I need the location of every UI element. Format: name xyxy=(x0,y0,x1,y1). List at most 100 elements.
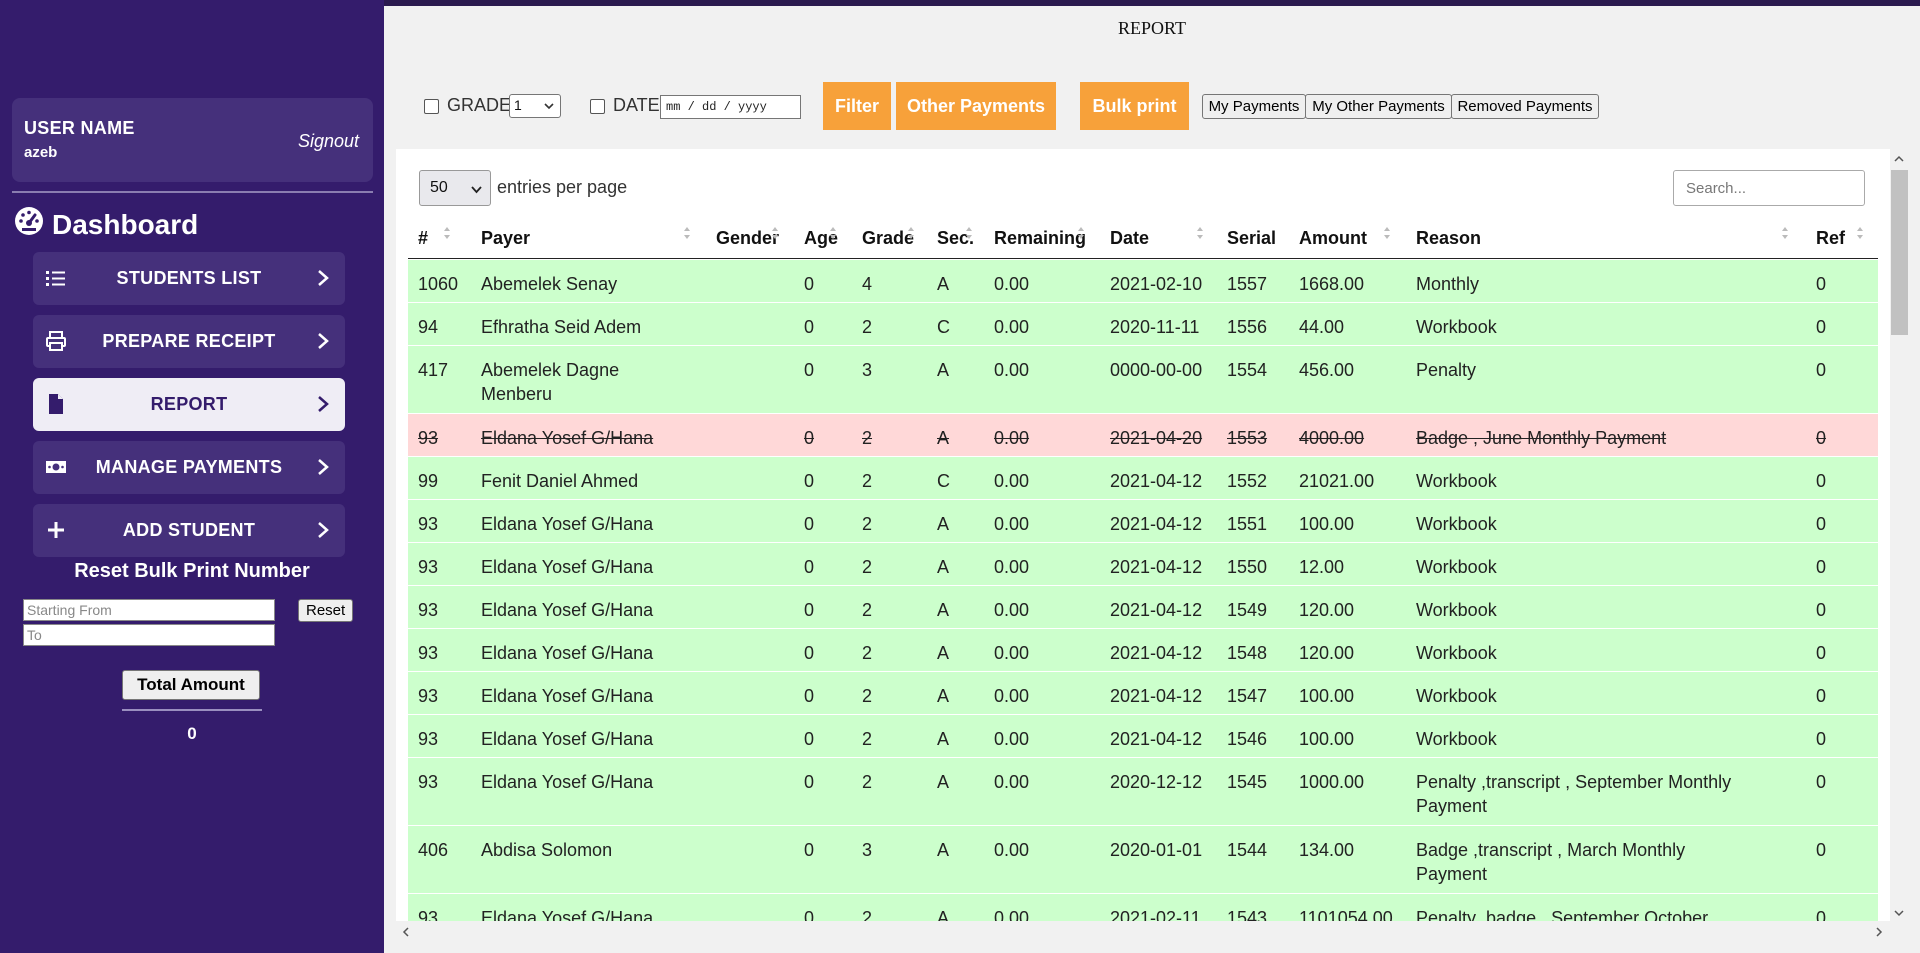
cell-serial: 1548 xyxy=(1227,643,1268,663)
nav-report-label: REPORT xyxy=(150,394,228,414)
removed-payments-button[interactable]: Removed Payments xyxy=(1451,94,1599,119)
bulk-print-button[interactable]: Bulk print xyxy=(1080,82,1189,130)
search-input[interactable] xyxy=(1673,170,1865,206)
nav-students-list[interactable]: STUDENTS LIST xyxy=(33,252,345,305)
sort-arrows-icon[interactable] xyxy=(1856,226,1864,240)
column-header-ref[interactable]: Ref xyxy=(1816,228,1845,249)
nav-prepare-receipt[interactable]: PREPARE RECEIPT xyxy=(33,315,345,368)
table-row[interactable]: 93 Eldana Yosef G/Hana 0 2 A 0.00 2021-02-11 15… xyxy=(408,893,1878,921)
scroll-left-arrow-icon[interactable] xyxy=(400,925,412,937)
cell-age: 0 xyxy=(804,600,815,620)
dashboard-heading[interactable]: Dashboard xyxy=(14,206,198,243)
sort-arrows-icon[interactable] xyxy=(683,226,691,240)
sort-arrows-icon[interactable] xyxy=(443,226,451,240)
cell-amount: 1668.00 xyxy=(1299,274,1365,294)
nav-students-list-label: STUDENTS LIST xyxy=(116,268,262,288)
sort-arrows-icon[interactable] xyxy=(829,226,837,240)
sort-arrows-icon[interactable] xyxy=(1383,226,1391,240)
other-payments-button[interactable]: Other Payments xyxy=(896,82,1056,130)
column-header-reason[interactable]: Reason xyxy=(1416,228,1481,249)
total-amount-button[interactable]: Total Amount xyxy=(122,670,260,700)
scroll-down-arrow-icon[interactable] xyxy=(1893,906,1905,918)
cell-sec: A xyxy=(937,600,950,620)
table-row[interactable]: 93 Eldana Yosef G/Hana 0 2 A 0.00 2021-04-12 15… xyxy=(408,671,1878,714)
cell-amount: 21021.00 xyxy=(1299,471,1375,491)
table-row[interactable]: 99 Fenit Daniel Ahmed 0 2 C 0.00 2021-04-12 155… xyxy=(408,456,1878,499)
table-row[interactable]: 93 Eldana Yosef G/Hana 0 2 A 0.00 2020-12-12 15… xyxy=(408,757,1878,825)
cell-sec: A xyxy=(937,360,950,380)
nav-report[interactable]: REPORT xyxy=(33,378,345,431)
table-row-removed[interactable]: 93 Eldana Yosef G/Hana 0 2 A 0.00 2021-04-20 15… xyxy=(408,413,1878,456)
cell-payer: Eldana Yosef G/Hana xyxy=(481,908,654,921)
cell-age: 0 xyxy=(804,274,815,294)
table-row[interactable]: 93 Eldana Yosef G/Hana 0 2 A 0.00 2021-04-12 15… xyxy=(408,585,1878,628)
cell-amount: 134.00 xyxy=(1299,840,1355,860)
cell-remaining: 0.00 xyxy=(994,686,1030,706)
table-row[interactable]: 1060 Abemelek Senay 0 4 A 0.00 2021-02-10 1557 1… xyxy=(408,259,1878,302)
column-header-id[interactable]: # xyxy=(418,228,428,249)
sort-arrows-icon[interactable] xyxy=(1781,226,1789,240)
cell-ref: 0 xyxy=(1816,600,1827,620)
sort-arrows-icon[interactable] xyxy=(965,226,973,240)
signout-link[interactable]: Signout xyxy=(298,131,359,152)
cell-grade: 4 xyxy=(862,274,873,294)
cell-amount: 120.00 xyxy=(1299,643,1355,663)
cell-serial: 1551 xyxy=(1227,514,1268,534)
column-header-date[interactable]: Date xyxy=(1110,228,1149,249)
nav-prepare-receipt-label: PREPARE RECEIPT xyxy=(102,331,276,351)
cell-serial: 1543 xyxy=(1227,908,1268,921)
filter-bar: GRADE 1 DATE mm / dd / yyyy Filter Other… xyxy=(423,82,1823,130)
horizontal-scrollbar[interactable] xyxy=(396,921,1890,939)
cell-date: 2021-04-12 xyxy=(1110,471,1203,491)
grade-select[interactable]: 1 xyxy=(509,94,561,118)
cell-payer: Abemelek Senay xyxy=(481,274,618,294)
grade-checkbox[interactable] xyxy=(424,99,439,114)
date-label: DATE xyxy=(613,95,660,115)
sort-arrows-icon[interactable] xyxy=(771,226,779,240)
scroll-up-arrow-icon[interactable] xyxy=(1893,152,1905,164)
column-header-amount[interactable]: Amount xyxy=(1299,228,1367,249)
cell-age: 0 xyxy=(804,729,815,749)
table-row[interactable]: 417 Abemelek Dagne Menberu 0 3 A 0.00 0000-00-… xyxy=(408,345,1878,413)
table-row[interactable]: 406 Abdisa Solomon 0 3 A 0.00 2020-01-01 1544 13… xyxy=(408,825,1878,893)
dashboard-label: Dashboard xyxy=(52,208,199,240)
my-other-payments-button[interactable]: My Other Payments xyxy=(1305,94,1452,119)
column-header-remaining[interactable]: Remaining xyxy=(994,228,1086,249)
filter-button[interactable]: Filter xyxy=(823,82,891,130)
starting-from-input[interactable] xyxy=(23,599,275,621)
cell-ref: 0 xyxy=(1816,729,1827,749)
cell-serial: 1549 xyxy=(1227,600,1268,620)
reset-button[interactable]: Reset xyxy=(298,599,354,622)
date-input[interactable]: mm / dd / yyyy xyxy=(660,95,801,119)
table-row[interactable]: 93 Eldana Yosef G/Hana 0 2 A 0.00 2021-04-12 15… xyxy=(408,714,1878,757)
cell-ref: 0 xyxy=(1816,557,1827,577)
sort-arrows-icon[interactable] xyxy=(1196,226,1204,240)
cell-serial: 1557 xyxy=(1227,274,1268,294)
cell-grade: 2 xyxy=(862,908,873,921)
cell-payer: Eldana Yosef G/Hana xyxy=(481,428,654,448)
scroll-right-arrow-icon[interactable] xyxy=(1873,925,1885,937)
column-header-gender[interactable]: Gender xyxy=(716,228,779,249)
sort-arrows-icon[interactable] xyxy=(907,226,915,240)
date-checkbox[interactable] xyxy=(590,99,605,114)
nav-manage-payments[interactable]: MANAGE PAYMENTS xyxy=(33,441,345,494)
table-row[interactable]: 94 Efhratha Seid Adem 0 2 C 0.00 2020-11-11 155… xyxy=(408,302,1878,345)
nav-add-student[interactable]: ADD STUDENT xyxy=(33,504,345,557)
table-row[interactable]: 93 Eldana Yosef G/Hana 0 2 A 0.00 2021-04-12 15… xyxy=(408,628,1878,671)
cell-payer: Eldana Yosef G/Hana xyxy=(481,514,654,534)
cell-date: 2020-01-01 xyxy=(1110,840,1203,860)
my-payments-button[interactable]: My Payments xyxy=(1202,94,1306,119)
table-row[interactable]: 93 Eldana Yosef G/Hana 0 2 A 0.00 2021-04-12 15… xyxy=(408,542,1878,585)
table-row[interactable]: 93 Eldana Yosef G/Hana 0 2 A 0.00 2021-04-12 15… xyxy=(408,499,1878,542)
cell-payer: Eldana Yosef G/Hana xyxy=(481,772,654,792)
cell-id: 93 xyxy=(418,428,439,448)
column-header-payer[interactable]: Payer xyxy=(481,228,530,249)
user-label: USER NAME xyxy=(24,118,135,138)
cell-ref: 0 xyxy=(1816,514,1827,534)
vertical-scrollbar-thumb[interactable] xyxy=(1891,170,1908,335)
column-header-serial[interactable]: Serial xyxy=(1227,228,1276,249)
cell-payer: Efhratha Seid Adem xyxy=(481,317,642,337)
entries-per-page-select[interactable]: 50 xyxy=(419,170,491,206)
to-input[interactable] xyxy=(23,624,275,646)
sort-arrows-icon[interactable] xyxy=(1077,226,1085,240)
